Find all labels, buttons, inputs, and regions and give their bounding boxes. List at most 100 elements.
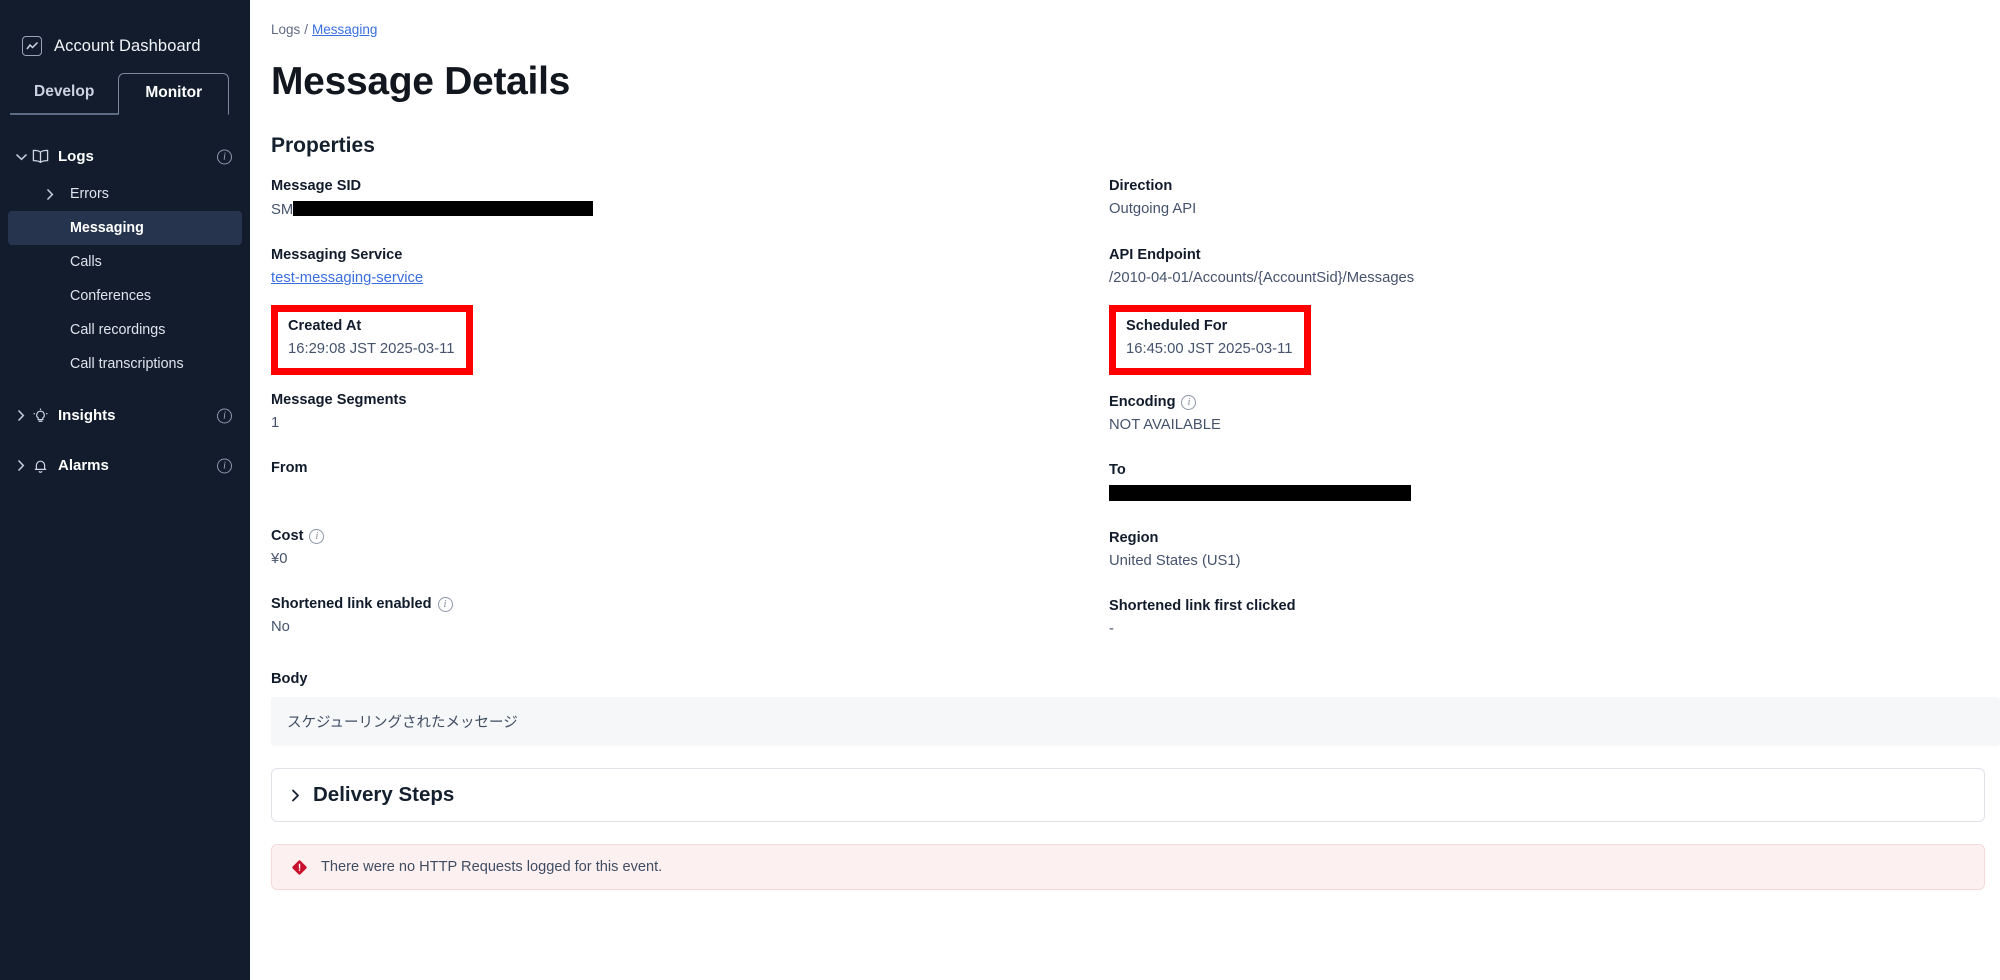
properties-left-column: Message SID SM Messaging Service test-me… [271,178,1109,639]
field-encoding-value: NOT AVAILABLE [1109,417,1221,433]
field-to-value [1109,485,1947,503]
sidebar-tabs: Develop Monitor [0,66,250,115]
field-from-label: From [271,460,308,476]
info-icon-logs[interactable]: i [217,149,232,164]
tab-monitor[interactable]: Monitor [118,73,230,115]
sidebar-item-messaging[interactable]: Messaging [8,211,242,245]
field-shortened-link-enabled: Shortened link enabled i No [271,596,1109,637]
sidebar-group-insights-label: Insights [58,407,116,424]
field-cost-label: Cost [271,528,304,544]
field-message-segments-label: Message Segments [271,392,407,408]
field-messaging-service: Messaging Service test-messaging-service [271,247,1109,288]
sidebar-item-errors[interactable]: Errors [8,177,242,211]
field-api-endpoint-value: /2010-04-01/Accounts/{AccountSid}/Messag… [1109,270,1415,286]
breadcrumb-root: Logs [271,22,301,37]
chevron-right-icon [291,789,300,802]
scheduled-for-highlight-box: Scheduled For 16:45:00 JST 2025-03-11 [1109,305,1312,375]
field-message-segments-value: 1 [271,415,280,431]
sidebar-item-calls-label: Calls [70,254,102,270]
account-dashboard-link[interactable]: Account Dashboard [0,0,250,66]
sidebar: Account Dashboard Develop Monitor Logs i [0,0,250,980]
field-region: Region United States (US1) [1109,530,1947,571]
bell-icon [32,458,58,474]
info-icon-insights[interactable]: i [217,408,232,423]
field-scheduled-for-value: 16:45:00 JST 2025-03-11 [1126,341,1293,357]
sidebar-item-messaging-label: Messaging [70,220,144,236]
created-at-highlight-box: Created At 16:29:08 JST 2025-03-11 [271,305,474,375]
field-created-at-value: 16:29:08 JST 2025-03-11 [288,341,455,357]
chevron-down-icon [10,153,32,161]
body-text: スケジューリングされたメッセージ [271,697,2000,746]
breadcrumb-messaging-link[interactable]: Messaging [312,22,377,37]
message-sid-prefix: SM [271,202,294,218]
field-shortened-link-first-clicked-value: - [1109,621,1114,637]
breadcrumb: Logs / Messaging [271,22,1974,37]
properties-grid: Message SID SM Messaging Service test-me… [271,178,1974,639]
sidebar-item-call-recordings-label: Call recordings [70,322,166,338]
delivery-steps-accordion[interactable]: Delivery Steps [271,768,1985,822]
field-api-endpoint-label: API Endpoint [1109,247,1201,263]
lightbulb-icon [32,408,58,424]
info-icon-shortened-link-enabled[interactable]: i [437,596,453,612]
chevron-right-icon [10,460,32,471]
account-dashboard-label: Account Dashboard [54,36,201,55]
field-shortened-link-first-clicked-label: Shortened link first clicked [1109,598,1296,614]
info-icon-alarms[interactable]: i [217,458,232,473]
app-root: Account Dashboard Develop Monitor Logs i [0,0,2000,980]
main-content: Logs / Messaging Message Details Propertie… [250,0,2000,980]
field-message-sid: Message SID SM [271,178,1109,219]
no-http-requests-alert: There were no HTTP Requests logged for t… [271,844,1985,890]
field-scheduled-for-label: Scheduled For [1126,318,1228,334]
sidebar-group-alarms[interactable]: Alarms i [0,445,250,486]
tab-develop[interactable]: Develop [10,72,119,115]
field-from: From [271,460,1109,501]
info-icon-cost[interactable]: i [309,528,325,544]
field-direction-label: Direction [1109,178,1173,194]
no-http-requests-alert-text: There were no HTTP Requests logged for t… [321,859,663,875]
chevron-right-icon [46,188,70,200]
delivery-steps-title: Delivery Steps [313,783,455,806]
field-shortened-link-enabled-label: Shortened link enabled [271,596,432,612]
field-region-label: Region [1109,530,1159,546]
messaging-service-link[interactable]: test-messaging-service [271,270,423,286]
sidebar-item-call-transcriptions-label: Call transcriptions [70,356,184,372]
sidebar-item-conferences[interactable]: Conferences [8,279,242,313]
chevron-right-icon [10,410,32,421]
sidebar-item-calls[interactable]: Calls [8,245,242,279]
field-message-sid-value: SM [271,201,1109,219]
field-direction: Direction Outgoing API [1109,178,1947,219]
body-label: Body [271,671,308,687]
sidebar-item-conferences-label: Conferences [70,288,152,304]
field-message-sid-label: Message SID [271,178,362,194]
info-icon-encoding[interactable]: i [1181,394,1197,410]
field-message-segments: Message Segments 1 [271,392,1109,433]
field-encoding: Encoding i NOT AVAILABLE [1109,394,1947,435]
field-encoding-label: Encoding [1109,394,1176,410]
page-title: Message Details [271,60,570,103]
properties-right-column: Direction Outgoing API API Endpoint /201… [1109,178,1947,639]
breadcrumb-separator: / [304,22,309,37]
message-sid-redaction-bar [293,201,594,216]
field-region-value: United States (US1) [1109,553,1241,569]
field-shortened-link-first-clicked: Shortened link first clicked - [1109,598,1947,639]
sidebar-item-call-recordings[interactable]: Call recordings [8,313,242,347]
book-icon [32,149,58,164]
sidebar-group-insights[interactable]: Insights i [0,395,250,436]
properties-heading: Properties [271,134,375,157]
field-cost-value: ¥0 [271,551,288,567]
sidebar-nav: Logs i Errors Messaging Calls Conference… [0,136,250,486]
field-direction-value: Outgoing API [1109,201,1197,217]
field-to: To [1109,462,1947,503]
sidebar-group-logs[interactable]: Logs i [0,136,250,177]
field-messaging-service-label: Messaging Service [271,247,403,263]
field-to-label: To [1109,462,1126,478]
sidebar-group-logs-label: Logs [58,148,94,165]
field-cost: Cost i ¥0 [271,528,1109,569]
field-created-at-label: Created At [288,318,362,334]
chart-square-icon [22,36,42,56]
error-diamond-icon [291,859,308,876]
sidebar-item-errors-label: Errors [70,186,109,202]
field-api-endpoint: API Endpoint /2010-04-01/Accounts/{Accou… [1109,247,1947,288]
sidebar-item-call-transcriptions[interactable]: Call transcriptions [8,347,242,381]
field-from-value [271,483,1109,501]
